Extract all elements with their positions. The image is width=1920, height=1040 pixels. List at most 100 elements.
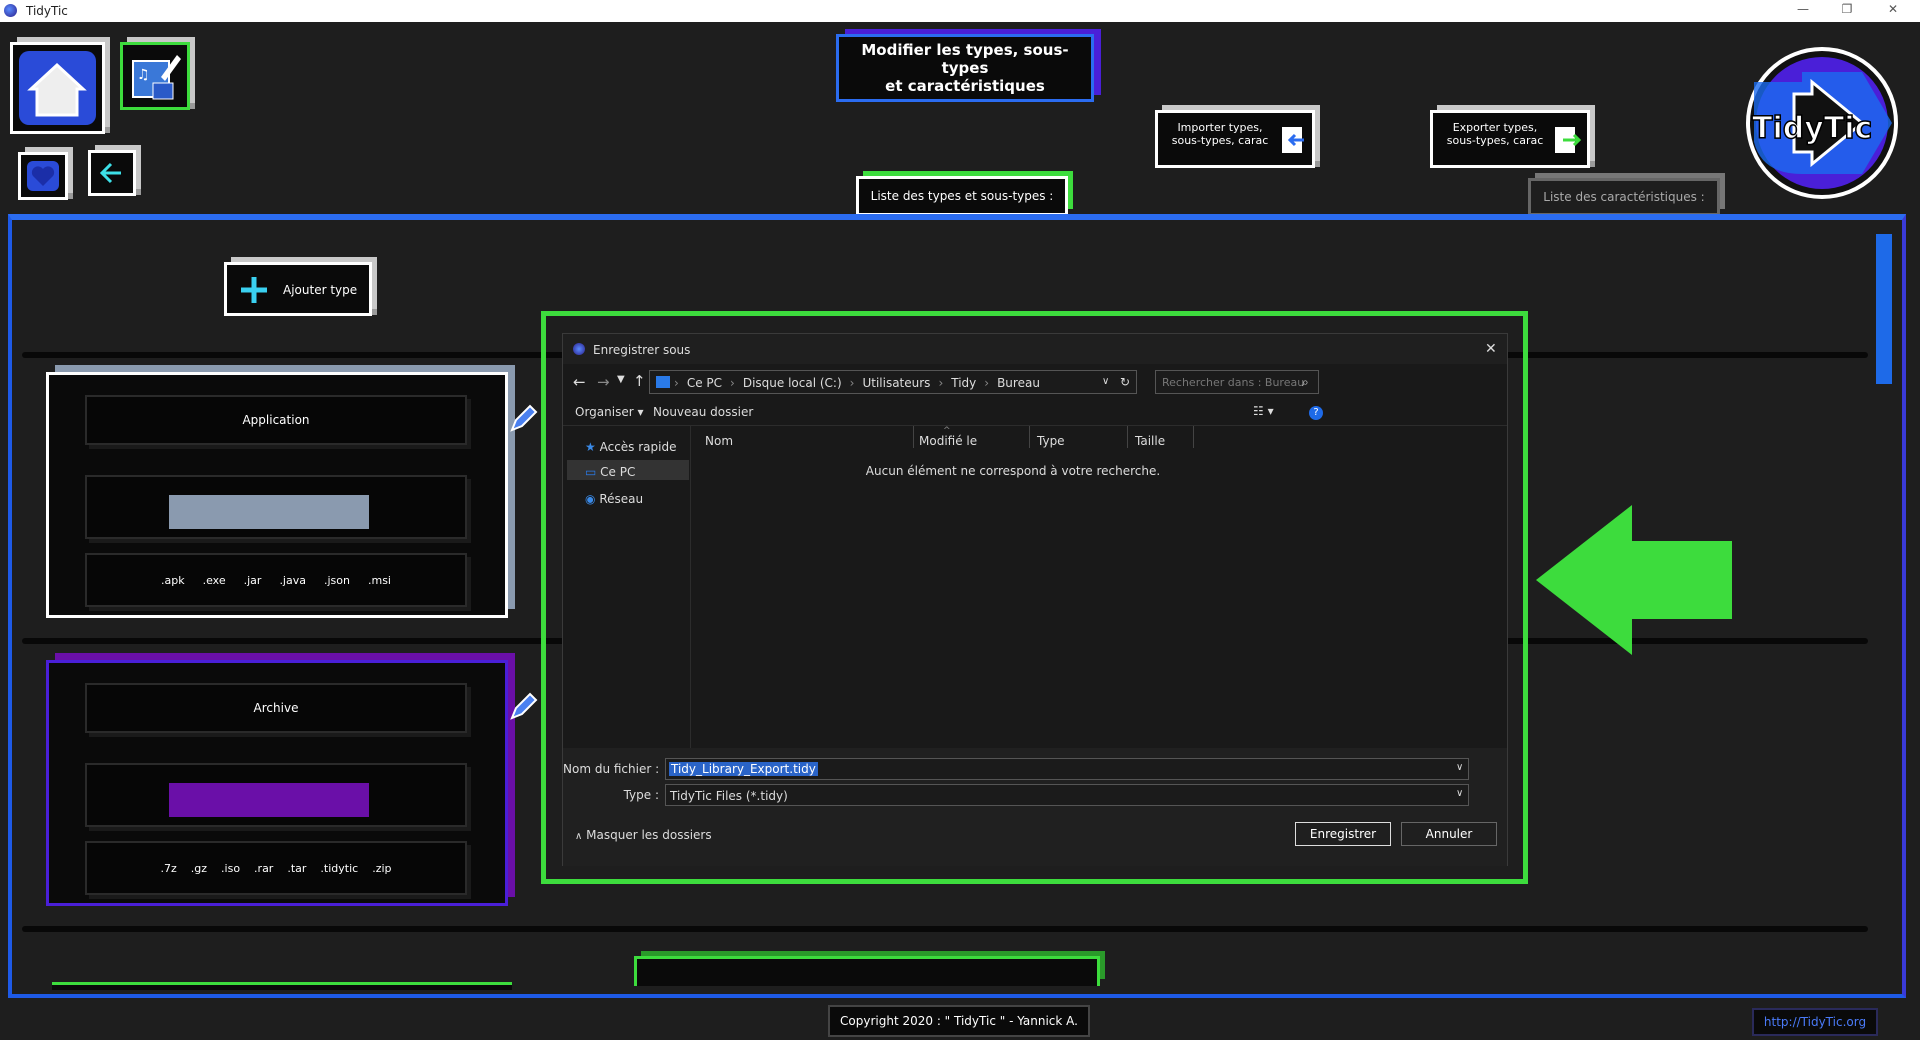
type-dropdown-icon[interactable]: ∨	[1456, 788, 1463, 799]
import-label-1: Importer types,	[1177, 121, 1263, 134]
new-folder-button[interactable]: Nouveau dossier	[653, 405, 753, 419]
breadcrumb-item[interactable]: Disque local (C:)	[743, 376, 842, 390]
plus-icon	[241, 277, 267, 303]
cancel-button[interactable]: Annuler	[1401, 822, 1497, 846]
column-header-modified[interactable]: Modifié le	[919, 434, 977, 448]
home-icon	[19, 51, 96, 125]
breadcrumb-item[interactable]: Utilisateurs	[862, 376, 930, 390]
filename-input[interactable]: Tidy_Library_Export.tidy ∨	[665, 758, 1469, 780]
page-title-line2: et caractéristiques	[885, 77, 1045, 95]
dialog-title: Enregistrer sous	[593, 343, 691, 357]
filename-dropdown-icon[interactable]: ∨	[1456, 762, 1463, 773]
favorites-button[interactable]	[18, 152, 68, 200]
type-select[interactable]: TidyTic Files (*.tidy) ∨	[665, 784, 1469, 806]
back-arrow-icon	[99, 162, 121, 184]
up-arrow-icon[interactable]: ↑	[633, 372, 646, 390]
breadcrumb-item[interactable]: Bureau	[997, 376, 1040, 390]
window-titlebar: TidyTic — ❐ ✕	[0, 0, 1920, 22]
app-icon	[4, 4, 17, 17]
forward-nav-icon[interactable]: →	[597, 373, 610, 391]
edit-pencil-icon[interactable]	[508, 692, 538, 722]
nav-label: Accès rapide	[599, 440, 677, 454]
type-card-archive: Archive .7z .gz .iso .rar .tar .tidytic …	[46, 660, 508, 906]
type-value: TidyTic Files (*.tidy)	[670, 789, 788, 803]
network-icon: ◉	[585, 492, 596, 506]
type-card-partial	[634, 956, 1100, 986]
tab-types[interactable]: Liste des types et sous-types :	[856, 176, 1068, 216]
extension: .gz	[190, 861, 208, 875]
address-dropdown-icon[interactable]: ∨	[1102, 376, 1109, 387]
breadcrumb-item[interactable]: Ce PC	[687, 376, 722, 390]
nav-network[interactable]: ◉ Réseau	[585, 492, 643, 506]
search-input[interactable]: Rechercher dans : Bureau ⌕	[1155, 370, 1319, 394]
breadcrumb[interactable]: › Ce PC › Disque local (C:) › Utilisateurs…	[649, 370, 1137, 394]
hide-folders-label: Masquer les dossiers	[586, 828, 712, 842]
nav-this-pc[interactable]: ▭ Ce PC	[567, 460, 689, 480]
logo-icon: TidyTic	[1746, 47, 1898, 199]
view-options-icon[interactable]: ☷ ▾	[1253, 404, 1274, 418]
back-nav-icon[interactable]: ←	[573, 373, 586, 391]
column-header-size[interactable]: Taille	[1135, 434, 1165, 448]
dialog-titlebar: Enregistrer sous ✕	[563, 334, 1507, 364]
extension: .rar	[254, 861, 274, 875]
type-card-application: Application .apk .exe .jar .java .json .…	[46, 372, 508, 618]
breadcrumb-item[interactable]: Tidy	[951, 376, 976, 390]
website-link[interactable]: http://TidyTic.org	[1752, 1008, 1878, 1036]
column-divider	[1029, 426, 1030, 448]
add-type-label: Ajouter type	[283, 283, 358, 297]
nav-pane: ★ Accès rapide ▭ Ce PC ◉ Réseau	[563, 426, 691, 794]
close-window-button[interactable]: ✕	[1873, 2, 1913, 20]
svg-text:TidyTic: TidyTic	[1752, 111, 1872, 146]
help-icon[interactable]: ?	[1309, 406, 1323, 420]
type-name: Archive	[85, 683, 467, 733]
extension: .msi	[367, 573, 391, 587]
page-title: Modifier les types, sous-types et caract…	[836, 34, 1094, 102]
tab-caracteristiques[interactable]: Liste des caractéristiques :	[1528, 178, 1720, 216]
hide-folders-toggle[interactable]: ∧ Masquer les dossiers	[575, 828, 712, 842]
home-button[interactable]	[10, 42, 105, 134]
page-title-line1: Modifier les types, sous-types	[861, 41, 1069, 77]
extension: .apk	[161, 573, 185, 587]
pc-icon	[656, 376, 670, 388]
search-placeholder: Rechercher dans : Bureau	[1162, 376, 1305, 389]
recent-chevron-icon[interactable]: ▼	[617, 374, 625, 385]
type-color-swatch	[169, 783, 369, 817]
dialog-app-icon	[573, 343, 585, 355]
back-button[interactable]	[88, 150, 136, 196]
dialog-close-icon[interactable]: ✕	[1485, 341, 1497, 357]
empty-message: Aucun élément ne correspond à votre rech…	[865, 464, 1161, 478]
pc-icon: ▭	[585, 465, 597, 479]
scrollbar-thumb[interactable]	[1876, 234, 1892, 384]
column-divider	[1127, 426, 1128, 448]
save-button[interactable]: Enregistrer	[1295, 822, 1391, 846]
import-button[interactable]: Importer types, sous-types, carac	[1155, 110, 1315, 168]
extension: .zip	[372, 861, 392, 875]
minimize-button[interactable]: —	[1783, 2, 1823, 20]
media-icon: ♫	[132, 55, 181, 100]
edit-pencil-icon[interactable]	[508, 404, 538, 434]
organize-button[interactable]: Organiser ▾	[575, 405, 643, 419]
filename-value: Tidy_Library_Export.tidy	[669, 762, 818, 776]
dialog-footer: Nom du fichier : Tidy_Library_Export.tid…	[563, 748, 1507, 866]
column-header-name[interactable]: Nom	[705, 434, 733, 448]
save-as-dialog: Enregistrer sous ✕ ← → ▼ ↑ › Ce PC › Disq…	[562, 333, 1508, 866]
restore-button[interactable]: ❐	[1827, 2, 1867, 20]
export-icon	[1555, 127, 1582, 153]
search-icon: ⌕	[1302, 375, 1309, 389]
column-divider	[1193, 426, 1194, 448]
export-button[interactable]: Exporter types, sous-types, carac	[1430, 110, 1590, 168]
nav-label: Réseau	[599, 492, 644, 506]
extension: .json	[323, 573, 350, 587]
type-color-bar	[85, 763, 467, 827]
column-divider	[913, 426, 914, 448]
type-label: Type :	[623, 788, 659, 802]
extension: .7z	[160, 861, 177, 875]
extension: .java	[279, 573, 306, 587]
window-title: TidyTic	[26, 4, 68, 18]
file-list: ^ Nom Modifié le Type Taille Aucun éléme…	[693, 426, 1333, 794]
refresh-icon[interactable]: ↻	[1120, 375, 1130, 389]
media-library-button[interactable]: ♫	[120, 42, 190, 110]
column-header-type[interactable]: Type	[1037, 434, 1065, 448]
add-type-button[interactable]: Ajouter type	[224, 262, 372, 316]
nav-quick-access[interactable]: ★ Accès rapide	[585, 440, 676, 454]
